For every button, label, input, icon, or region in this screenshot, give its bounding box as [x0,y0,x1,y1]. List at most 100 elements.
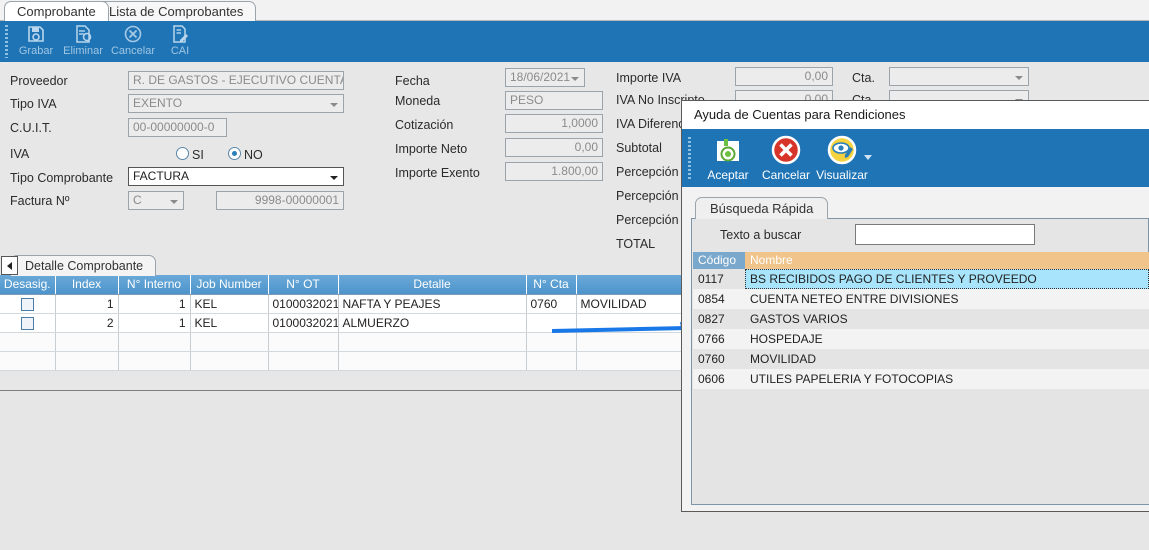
dialog-body: Búsqueda Rápida Texto a buscar Código No… [691,197,1149,505]
chevron-down-icon[interactable] [862,151,874,165]
list-item-codigo: 0766 [693,329,745,349]
list-item[interactable]: 0827 GASTOS VARIOS [693,309,1149,329]
cta-1-select[interactable] [889,67,1029,86]
list-item[interactable]: 0854 CUENTA NETEO ENTRE DIVISIONES [693,289,1149,309]
proveedor-field[interactable]: R. DE GASTOS - EJECUTIVO CUENTAS [128,71,344,90]
busqueda-rapida-panel: Texto a buscar Código Nombre 0117 BS REC… [691,218,1149,505]
tipo-iva-label: Tipo IVA [10,96,57,112]
accounts-list-empty-area [693,389,1149,504]
tab-comprobante[interactable]: Comprobante [4,1,109,21]
list-col-nombre[interactable]: Nombre [745,252,1149,269]
list-item-codigo: 0117 [693,269,745,289]
cai-label: CAI [152,44,208,58]
iva-radio-no-label: NO [244,147,263,163]
tab-detalle-comprobante[interactable]: Detalle Comprobante [10,255,156,276]
cta-1-label: Cta. [852,70,875,86]
cell-job: KEL [190,294,268,313]
texto-a-buscar-label: Texto a buscar [720,228,801,242]
list-item[interactable]: 0606 UTILES PAPELERIA Y FOTOCOPIAS [693,369,1149,389]
main-tabstrip: Comprobante Lista de Comprobantes [0,0,1149,21]
col-cta[interactable]: N° Cta [526,275,576,294]
importe-exento-field[interactable]: 1.800,00 [505,162,603,181]
tipo-comprobante-select[interactable]: FACTURA [128,167,344,186]
cell-job: KEL [190,313,268,332]
search-input[interactable] [855,224,1035,245]
subtotal-label: Subtotal [616,140,662,156]
cell-detalle: ALMUERZO [338,313,526,332]
accounts-list: 0117 BS RECIBIDOS PAGO DE CLIENTES Y PRO… [693,269,1149,389]
tipo-iva-select[interactable]: EXENTO [128,94,344,113]
col-ot[interactable]: N° OT [268,275,338,294]
cell-interno: 1 [118,313,190,332]
visualizar-label: Visualizar [808,167,876,183]
importe-iva-label: Importe IVA [616,70,681,86]
desasig-checkbox[interactable] [21,298,34,311]
col-desasig[interactable]: Desasig. [0,275,55,294]
factura-numero-label: Factura Nº [10,193,69,209]
cell-index: 1 [55,294,118,313]
app-window: Comprobante Lista de Comprobantes Grabar [0,0,1149,550]
cell-ot: 0100032021 [268,313,338,332]
cell-index: 2 [55,313,118,332]
cell-interno: 1 [118,294,190,313]
col-interno[interactable]: N° Interno [118,275,190,294]
list-item[interactable]: 0117 BS RECIBIDOS PAGO DE CLIENTES Y PRO… [693,269,1149,289]
desasig-checkbox[interactable] [21,317,34,330]
col-index[interactable]: Index [55,275,118,294]
iva-radio-si[interactable] [176,147,189,160]
list-col-codigo[interactable]: Código [693,252,745,269]
list-item-nombre: GASTOS VARIOS [745,309,1149,329]
proveedor-label: Proveedor [10,73,68,89]
tab-busqueda-rapida[interactable]: Búsqueda Rápida [695,197,828,219]
dialog-toolbar: Aceptar Cancelar [682,129,1149,187]
moneda-field[interactable]: PESO [505,91,603,110]
list-item-codigo: 0854 [693,289,745,309]
tab-lista-label: Lista de Comprobantes [109,4,243,19]
cuit-field[interactable]: 00-00000000-0 [128,118,227,137]
importe-iva-field[interactable]: 0,00 [735,67,833,86]
eliminar-label: Eliminar [55,44,111,58]
list-item[interactable]: 0766 HOSPEDAJE [693,329,1149,349]
cell-ot: 0100032021 [268,294,338,313]
factura-letra-select[interactable]: C [128,191,184,210]
dialog-toolbar-grip[interactable] [688,137,691,179]
main-toolbar: Grabar Eliminar Cancelar [0,21,1149,62]
chevron-left-icon[interactable] [1,256,18,275]
list-item-nombre: BS RECIBIDOS PAGO DE CLIENTES Y PROVEEDO [745,269,1149,289]
cotizacion-label: Cotización [395,117,453,133]
annotation-arrow-icon [552,322,702,336]
iva-radio-no[interactable] [228,147,241,160]
factura-numero-field[interactable]: 9998-00000001 [216,191,344,210]
tab-comprobante-label: Comprobante [17,4,96,19]
tab-lista-de-comprobantes[interactable]: Lista de Comprobantes [96,1,256,21]
importe-exento-label: Importe Exento [395,165,480,181]
tab-busqueda-rapida-label: Búsqueda Rápida [710,201,813,216]
eliminar-button[interactable]: Eliminar [55,23,111,61]
iva-radio-si-label: SI [192,147,204,163]
accounts-list-header: Código Nombre [693,252,1149,269]
tipo-comprobante-label: Tipo Comprobante [10,170,113,186]
list-item-nombre: CUENTA NETEO ENTRE DIVISIONES [745,289,1149,309]
col-job[interactable]: Job Number [190,275,268,294]
tab-detalle-label: Detalle Comprobante [25,259,143,273]
moneda-label: Moneda [395,93,440,109]
fecha-datepicker[interactable]: 18/06/2021 [505,68,585,87]
iva-label: IVA [10,146,29,162]
percepcion-1-label: Percepción [616,164,679,180]
dialog-title: Ayuda de Cuentas para Rendiciones [682,101,1149,129]
cell-detalle: NAFTA Y PEAJES [338,294,526,313]
cotizacion-field[interactable]: 1,0000 [505,114,603,133]
percepcion-2-label: Percepción [616,188,679,204]
list-item-codigo: 0606 [693,369,745,389]
list-item-nombre: MOVILIDAD [745,349,1149,369]
col-detalle[interactable]: Detalle [338,275,526,294]
importe-neto-field[interactable]: 0,00 [505,138,603,157]
delete-icon [55,24,111,44]
total-label: TOTAL [616,236,655,252]
cai-button[interactable]: CAI [152,23,208,61]
ayuda-cuentas-dialog: Ayuda de Cuentas para Rendiciones Acepta… [681,100,1149,512]
cell-cta: 0760 [526,294,576,313]
list-item[interactable]: 0760 MOVILIDAD [693,349,1149,369]
percepcion-3-label: Percepción [616,212,679,228]
fecha-label: Fecha [395,73,430,89]
